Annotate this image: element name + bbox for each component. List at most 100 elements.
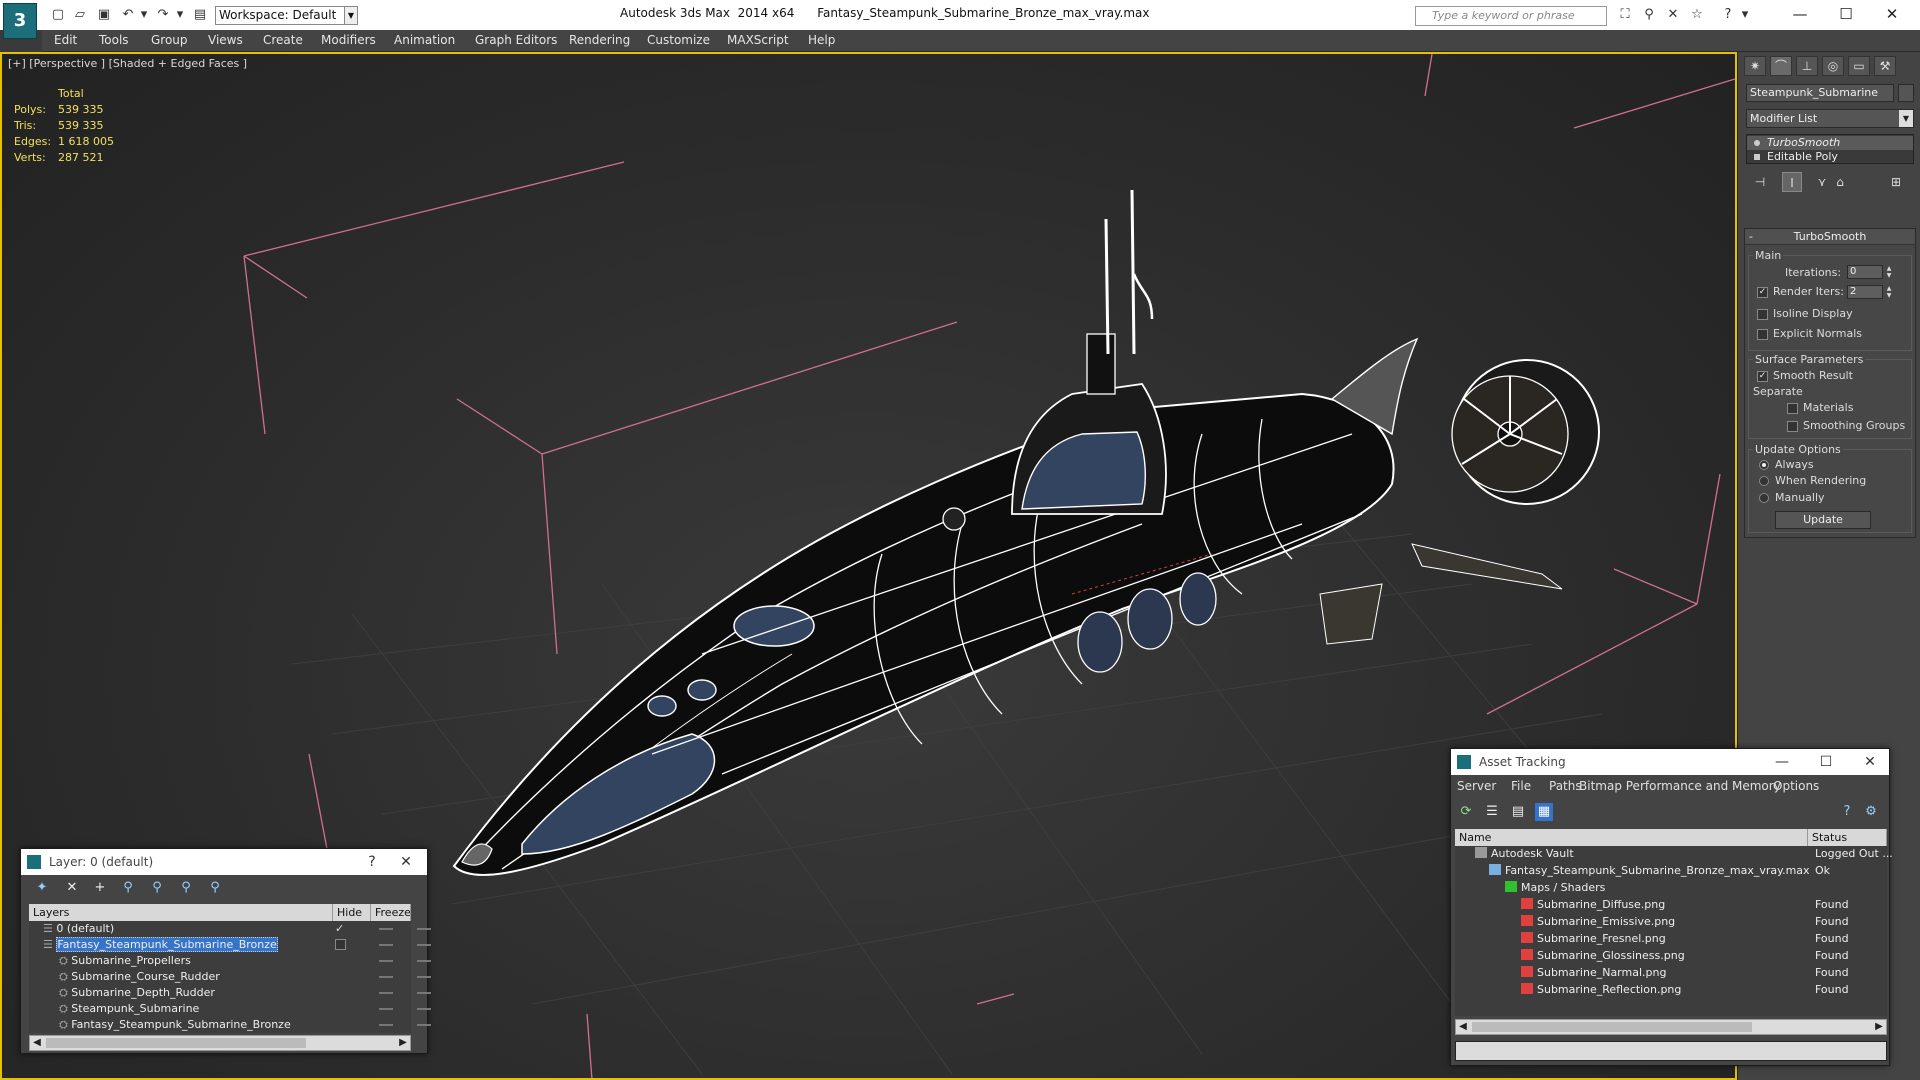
asset-tracking-titlebar[interactable]: Asset Tracking — ☐ ✕ [1451,749,1889,775]
smoothing-groups-checkbox[interactable] [1787,421,1798,432]
menu-server[interactable]: Server [1457,779,1496,793]
col-hide[interactable]: Hide [333,904,371,921]
menu-help[interactable]: Help [808,33,835,47]
layer-row[interactable]: ⛭ Steampunk_Submarine [59,1001,199,1017]
help-icon[interactable]: ? [357,849,387,875]
scrollbar-thumb[interactable] [1472,1022,1752,1032]
motion-tab-icon[interactable]: ◎ [1822,56,1844,76]
scrollbar-thumb[interactable] [46,1038,306,1048]
save-file-icon[interactable]: ▣ [96,7,112,23]
freeze-toggle[interactable] [417,928,431,930]
communication-icon[interactable]: ✕ [1665,7,1681,23]
chevron-down-icon[interactable]: ▼ [1899,110,1913,127]
freeze-toggle[interactable] [417,1008,431,1010]
add-to-layer-icon[interactable]: + [91,879,109,897]
open-file-icon[interactable]: ▱ [72,7,88,23]
highlight-layer-icon[interactable]: ⚲ [148,879,166,897]
asset-row[interactable]: Submarine_Narmal.png [1521,965,1666,981]
object-color-swatch[interactable] [1898,84,1914,102]
table-view-icon[interactable]: ▦ [1535,803,1553,821]
col-name[interactable]: Name [1455,829,1808,846]
hide-toggle[interactable] [379,944,393,946]
help-icon[interactable]: ? [1720,7,1736,23]
display-tab-icon[interactable]: ▭ [1848,56,1870,76]
search-input[interactable]: Type a keyword or phrase [1415,6,1607,26]
layer-row[interactable]: ☰ 0 (default) [43,921,114,937]
asset-row[interactable]: Submarine_Diffuse.png [1521,897,1665,913]
asset-path-field[interactable] [1455,1041,1887,1061]
render-iters-checkbox[interactable]: ✓ [1757,287,1768,298]
asset-horizontal-scrollbar[interactable]: ◀ ▶ [1455,1019,1887,1035]
remove-modifier-icon[interactable]: ⌂ [1830,172,1850,192]
menu-edit[interactable]: Edit [54,33,77,47]
subscription-icon[interactable]: ⚲ [1641,7,1657,23]
delete-layer-icon[interactable]: ✕ [63,879,81,897]
undo-dropdown-icon[interactable]: ▾ [136,7,152,23]
refresh-icon[interactable]: ⟳ [1457,803,1475,821]
menu-group[interactable]: Group [151,33,188,47]
layer-row[interactable]: ⛭ Submarine_Propellers [59,953,191,969]
close-icon[interactable]: ✕ [1869,2,1915,26]
freeze-toggle[interactable] [417,992,431,994]
asset-row[interactable]: Maps / Shaders [1505,880,1605,896]
freeze-all-layers-icon[interactable]: ⚲ [206,879,224,897]
asset-row[interactable]: Fantasy_Steampunk_Submarine_Bronze_max_v… [1489,863,1810,879]
freeze-toggle[interactable] [417,944,431,946]
redo-icon[interactable]: ↷ [155,7,171,23]
freeze-toggle[interactable] [417,976,431,978]
layer-row[interactable]: ⛭ Fantasy_Steampunk_Submarine_Bronze [59,1017,291,1033]
help-icon[interactable]: ? [1838,803,1856,821]
create-tab-icon[interactable]: ✷ [1744,56,1766,76]
render-iters-spinner[interactable]: 2 [1847,285,1883,299]
layer-horizontal-scrollbar[interactable]: ◀ ▶ [29,1035,411,1051]
menu-file[interactable]: File [1511,779,1531,793]
chevron-down-icon[interactable]: ▼ [344,6,358,25]
asset-row[interactable]: Autodesk Vault [1475,846,1574,862]
layer-manager-titlebar[interactable]: Layer: 0 (default) ? ✕ [21,849,427,875]
col-layers[interactable]: Layers [29,904,333,921]
freeze-toggle[interactable] [417,1024,431,1026]
hierarchy-tab-icon[interactable]: ⊥ [1796,56,1818,76]
layer-row[interactable]: ⛭ Submarine_Course_Rudder [59,969,220,985]
iterations-spinner[interactable]: 0 [1847,265,1883,279]
asset-row[interactable]: Submarine_Fresnel.png [1521,931,1666,947]
menu-views[interactable]: Views [208,33,243,47]
close-icon[interactable]: ✕ [391,849,421,875]
hide-all-layers-icon[interactable]: ⚲ [177,879,195,897]
menu-create[interactable]: Create [263,33,303,47]
undo-icon[interactable]: ↶ [120,7,136,23]
explicit-normals-checkbox[interactable] [1757,329,1768,340]
app-logo-icon[interactable]: 3 [3,3,37,39]
spinner-arrows-icon[interactable]: ▲ ▼ [1885,285,1893,299]
freeze-toggle[interactable] [417,960,431,962]
binoculars-icon[interactable]: ⛶ [1617,7,1633,23]
spinner-arrows-icon[interactable]: ▲ ▼ [1885,265,1893,279]
menu-modifiers[interactable]: Modifiers [321,33,376,47]
layer-row[interactable]: ⛭ Submarine_Depth_Rudder [59,985,215,1001]
list-view-icon[interactable]: ☰ [1483,803,1501,821]
when-rendering-radio[interactable] [1759,476,1769,486]
menu-maxscript[interactable]: MAXScript [727,33,789,47]
menu-bitmap-performance[interactable]: Bitmap Performance and Memory [1579,779,1781,793]
col-freeze[interactable]: Freeze [371,904,411,921]
workspace-dropdown[interactable]: Workspace: Default ▼ [215,6,358,25]
pin-stack-icon[interactable]: ⊣ [1750,172,1770,192]
menu-customize[interactable]: Customize [647,33,710,47]
settings-icon[interactable]: ⚙ [1862,803,1880,821]
scroll-left-icon[interactable]: ◀ [1456,1020,1470,1034]
asset-row[interactable]: Submarine_Emissive.png [1521,914,1675,930]
expand-icon[interactable] [1754,154,1760,160]
menu-rendering[interactable]: Rendering [569,33,630,47]
favorites-icon[interactable]: ☆ [1689,7,1705,23]
set-current-layer-checkbox[interactable] [335,939,346,950]
stack-item-editable-poly[interactable]: Editable Poly [1747,150,1913,164]
redo-dropdown-icon[interactable]: ▾ [172,7,188,23]
always-radio[interactable] [1759,460,1769,470]
active-layer-check-icon[interactable]: ✓ [335,922,344,935]
update-button[interactable]: Update [1775,511,1871,529]
menu-options[interactable]: Options [1773,779,1819,793]
modify-tab-icon[interactable]: ⌒ [1770,56,1792,76]
utilities-tab-icon[interactable]: ⚒ [1874,56,1896,76]
show-end-result-icon[interactable]: I [1782,172,1802,192]
materials-checkbox[interactable] [1787,403,1798,414]
